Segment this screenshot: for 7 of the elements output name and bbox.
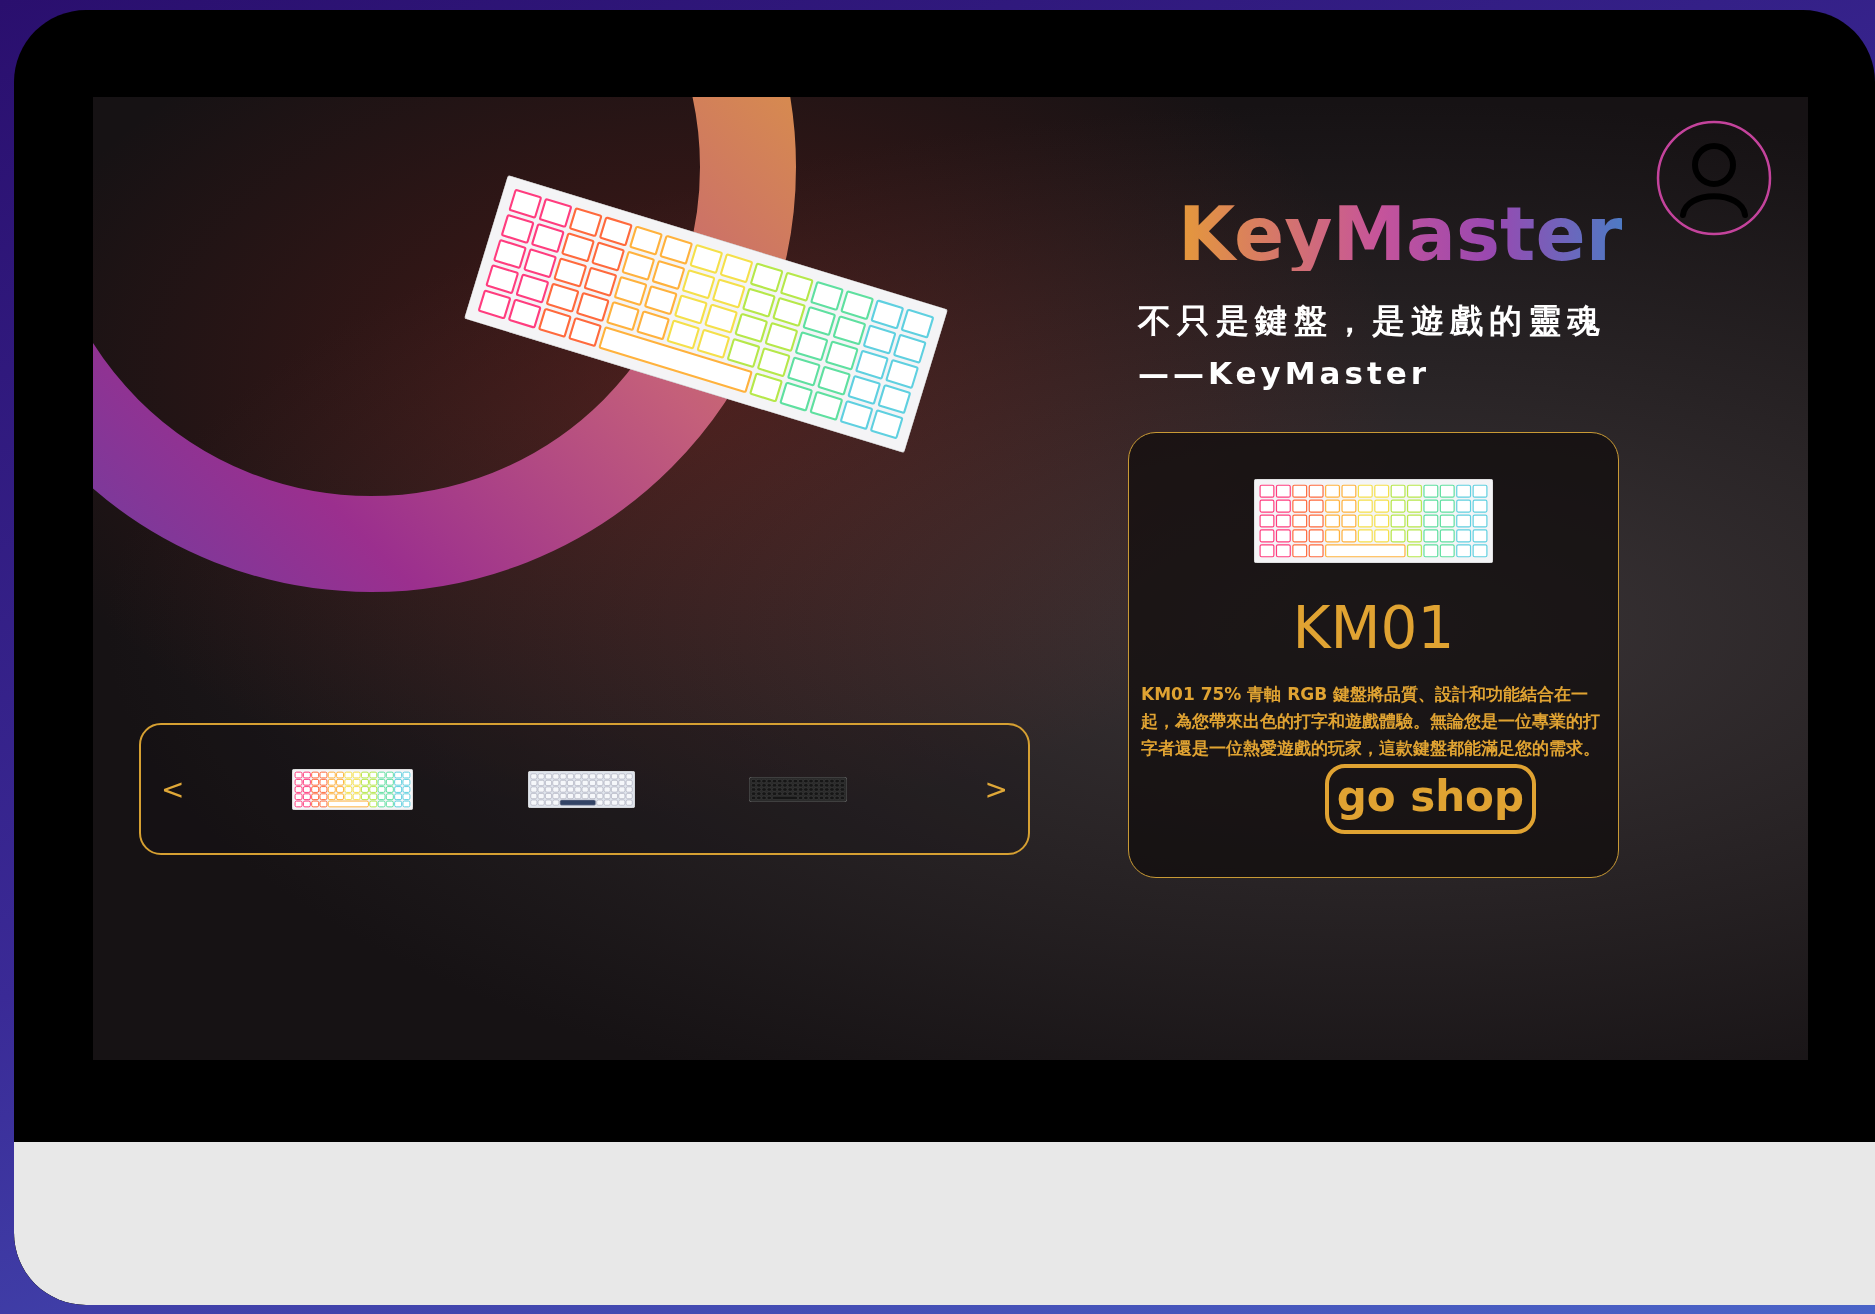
go-shop-button[interactable]: go shop: [1324, 764, 1536, 835]
product-name: KM01: [1292, 598, 1455, 657]
signature-text: ——KeyMaster: [1138, 354, 1431, 392]
slogan-text: 不只是鍵盤，是遊戲的靈魂: [1138, 301, 1606, 341]
previous-button[interactable]: <: [147, 772, 199, 806]
product-description: KM01 75% 青軸 RGB 鍵盤將品質、設計和功能結合在一起，為您帶來出色的打字和遊戲體驗。無論您是一位專業的打字者還是一位熱愛遊戲的玩家，這款鍵盤都能滿足您的需求。: [1141, 682, 1601, 761]
next-button[interactable]: >: [970, 772, 1022, 806]
